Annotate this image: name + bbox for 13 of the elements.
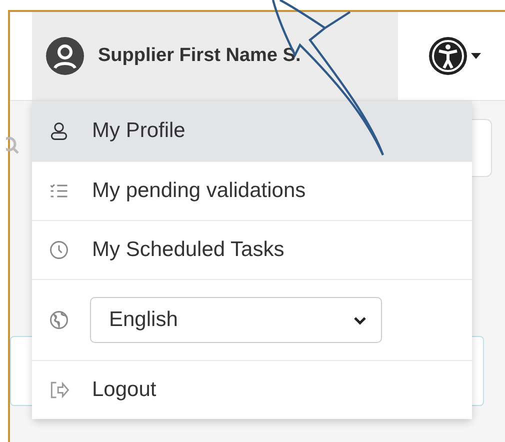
menu-item[interactable]: My Scheduled Tasks [32,221,472,280]
menu-item[interactable]: My Profile [32,101,472,162]
caret-icon [471,53,481,59]
globe-icon [48,309,70,331]
clock-icon [48,239,70,261]
language-select[interactable]: English [90,297,382,343]
menu-item[interactable]: Logout [32,361,472,419]
avatar-icon [46,37,84,75]
logout-icon [48,379,70,401]
person-icon [48,120,70,142]
chevron-down-icon [353,316,367,324]
accessibility-icon [428,36,468,76]
menu-item[interactable]: My pending validations [32,162,472,221]
